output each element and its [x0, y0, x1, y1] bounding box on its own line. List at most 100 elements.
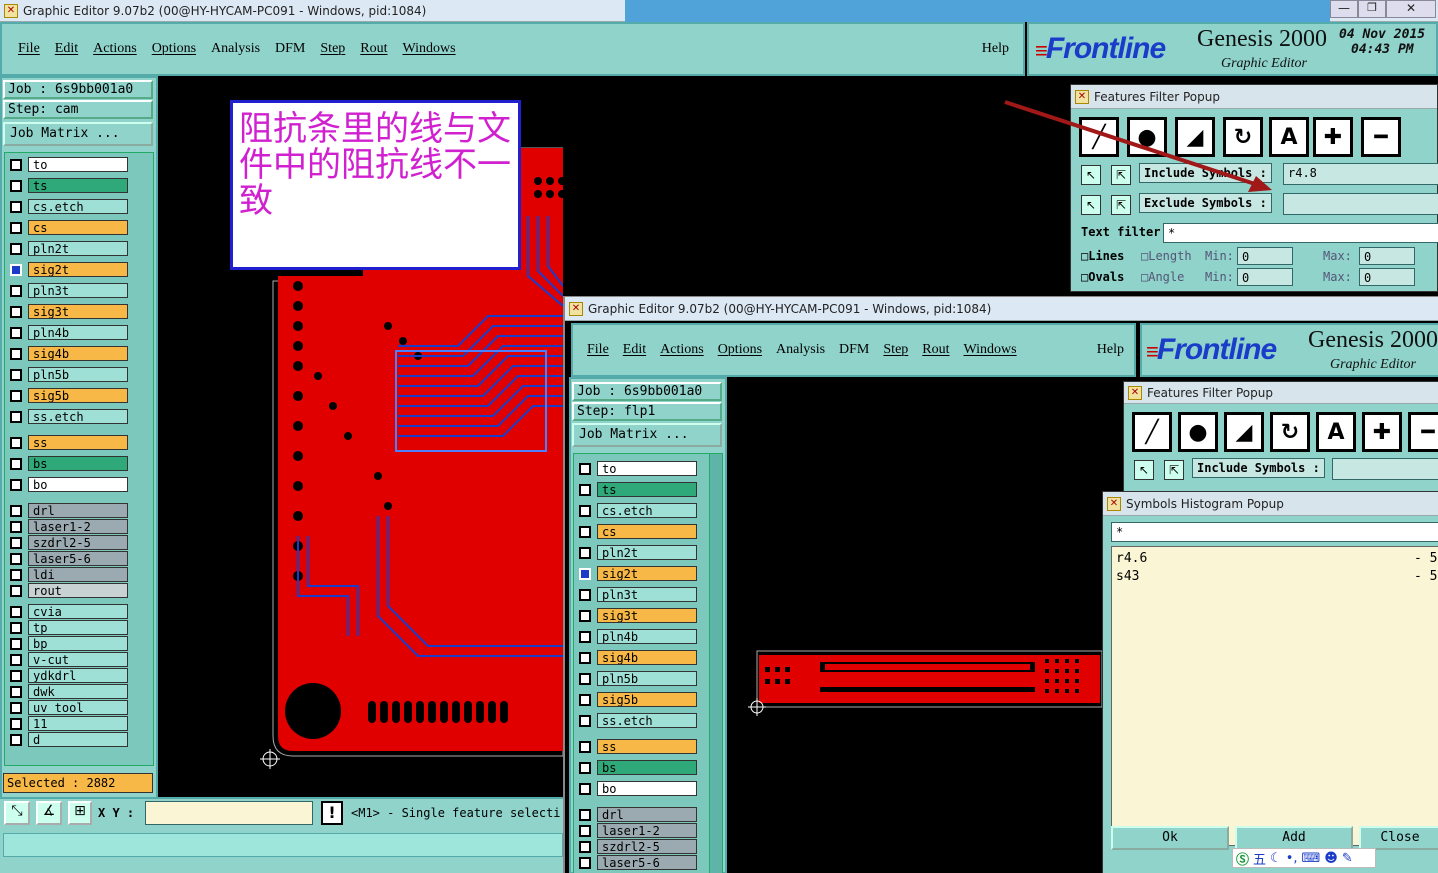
ime-wubi-icon[interactable]: 五: [1253, 849, 1266, 868]
second-layer-row[interactable]: to: [579, 461, 697, 476]
second-layer-checkbox[interactable]: [579, 672, 591, 685]
second-job-matrix-button[interactable]: Job Matrix ...: [572, 423, 722, 447]
second-layer-checkbox[interactable]: [579, 651, 591, 664]
second-layer-row[interactable]: laser5-6: [579, 855, 697, 870]
second-layer-row[interactable]: sig3t: [579, 608, 697, 623]
ime-punct-icon[interactable]: •,: [1286, 851, 1298, 866]
second-layer-checkbox[interactable]: [579, 525, 591, 538]
second-layer-row[interactable]: cs: [579, 524, 697, 539]
ime-user-icon[interactable]: ☻: [1324, 851, 1338, 866]
second-layer-row[interactable]: bo: [579, 781, 697, 796]
second-layer-checkbox[interactable]: [579, 824, 591, 837]
second-layer-name[interactable]: sig4b: [597, 650, 697, 665]
second-layer-name[interactable]: laser1-2: [597, 823, 697, 838]
second-layer-checkbox[interactable]: [579, 782, 591, 795]
surface-tool-2-icon[interactable]: ◢: [1224, 412, 1264, 452]
line-tool-2-icon[interactable]: ╱: [1132, 412, 1172, 452]
positive-polarity-2-icon[interactable]: ✚: [1362, 412, 1402, 452]
symbols-histogram-popup: ✕ Symbols Histogram Popup * r4.6 - 5 s43…: [1102, 491, 1438, 873]
second-menu-edit[interactable]: Edit: [623, 342, 646, 358]
second-layer-row[interactable]: szdrl2-5: [579, 839, 697, 854]
second-layer-name[interactable]: laser5-6: [597, 855, 697, 870]
second-layer-name[interactable]: sig3t: [597, 608, 697, 623]
second-layer-row[interactable]: ts: [579, 482, 697, 497]
second-menu-file[interactable]: File: [587, 342, 609, 358]
second-layer-checkbox[interactable]: [579, 840, 591, 853]
second-layer-name[interactable]: pln2t: [597, 545, 697, 560]
second-layer-checkbox[interactable]: [579, 761, 591, 774]
second-layer-row[interactable]: ss.etch: [579, 713, 697, 728]
second-menu-dfm[interactable]: DFM: [839, 342, 869, 358]
histogram-row[interactable]: r4.6 - 5: [1116, 551, 1438, 566]
second-layer-name[interactable]: pln3t: [597, 587, 697, 602]
second-layer-checkbox[interactable]: [579, 630, 591, 643]
include-symbols-2-input[interactable]: [1332, 458, 1438, 480]
ime-tool-icon[interactable]: ✎: [1342, 851, 1353, 866]
ime-toolbar: Ⓢ 五 ☾ •, ⌨ ☻ ✎: [1232, 848, 1376, 868]
ime-moon-icon[interactable]: ☾: [1270, 851, 1282, 866]
second-layer-name[interactable]: sig2t: [597, 566, 697, 581]
step-canvas[interactable]: [745, 637, 1105, 717]
second-layer-row[interactable]: sig4b: [579, 650, 697, 665]
second-layer-checkbox[interactable]: [579, 609, 591, 622]
second-layer-name[interactable]: bo: [597, 781, 697, 796]
second-layer-name[interactable]: drl: [597, 807, 697, 822]
negative-polarity-2-icon[interactable]: ━: [1408, 412, 1438, 452]
second-layer-row[interactable]: pln5b: [579, 671, 697, 686]
histogram-symbol: s43: [1116, 569, 1140, 584]
second-layer-checkbox[interactable]: [579, 714, 591, 727]
second-layer-row[interactable]: pln4b: [579, 629, 697, 644]
second-layer-row[interactable]: sig2t: [579, 566, 697, 581]
second-layer-checkbox[interactable]: [579, 462, 591, 475]
second-layer-row[interactable]: laser1-2: [579, 823, 697, 838]
second-layer-row[interactable]: ss: [579, 739, 697, 754]
second-layer-checkbox[interactable]: [579, 693, 591, 706]
second-menu-windows[interactable]: Windows: [964, 342, 1017, 358]
histogram-filter-input[interactable]: *: [1111, 522, 1438, 542]
pad-tool-2-icon[interactable]: ●: [1178, 412, 1218, 452]
histogram-row[interactable]: s43 - 5: [1116, 569, 1438, 584]
second-layer-checkbox[interactable]: [579, 546, 591, 559]
second-layer-name[interactable]: sig5b: [597, 692, 697, 707]
second-layer-name[interactable]: ss: [597, 739, 697, 754]
second-layer-name[interactable]: pln5b: [597, 671, 697, 686]
ime-logo-icon[interactable]: Ⓢ: [1236, 849, 1249, 868]
text-tool-2-icon[interactable]: A: [1316, 412, 1356, 452]
second-menu-step[interactable]: Step: [883, 342, 908, 358]
close-popup-button[interactable]: Close: [1359, 826, 1438, 850]
second-layer-name[interactable]: to: [597, 461, 697, 476]
second-menu-options[interactable]: Options: [718, 342, 762, 358]
second-layer-row[interactable]: sig5b: [579, 692, 697, 707]
second-layer-name[interactable]: ts: [597, 482, 697, 497]
add-button[interactable]: Add: [1235, 826, 1353, 850]
second-layer-scrollbar[interactable]: [709, 453, 723, 873]
second-layer-row[interactable]: pln3t: [579, 587, 697, 602]
ok-button[interactable]: Ok: [1111, 826, 1229, 850]
second-layer-name[interactable]: bs: [597, 760, 697, 775]
second-layer-row[interactable]: drl: [579, 807, 697, 822]
second-product-name: Genesis 2000: [1308, 327, 1438, 353]
second-menu-rout[interactable]: Rout: [922, 342, 949, 358]
second-menu-actions[interactable]: Actions: [660, 342, 704, 358]
second-layer-name[interactable]: ss.etch: [597, 713, 697, 728]
second-menu-help[interactable]: Help: [1097, 342, 1124, 358]
second-layer-row[interactable]: cs.etch: [579, 503, 697, 518]
second-layer-checkbox[interactable]: [579, 504, 591, 517]
include-select-2-icon[interactable]: ↖: [1134, 460, 1154, 480]
second-layer-checkbox[interactable]: [579, 856, 591, 869]
second-layer-checkbox[interactable]: [579, 740, 591, 753]
second-layer-checkbox[interactable]: [579, 483, 591, 496]
include-reselect-2-icon[interactable]: ⇱: [1164, 460, 1184, 480]
second-menu-analysis[interactable]: Analysis: [776, 342, 825, 358]
arc-tool-2-icon[interactable]: ↻: [1270, 412, 1310, 452]
second-layer-checkbox[interactable]: [579, 808, 591, 821]
second-layer-row[interactable]: bs: [579, 760, 697, 775]
ime-keyboard-icon[interactable]: ⌨: [1302, 851, 1321, 866]
second-layer-checkbox[interactable]: [579, 588, 591, 601]
second-layer-checkbox[interactable]: [579, 567, 591, 580]
second-layer-name[interactable]: cs.etch: [597, 503, 697, 518]
second-layer-name[interactable]: cs: [597, 524, 697, 539]
second-layer-row[interactable]: pln2t: [579, 545, 697, 560]
second-layer-name[interactable]: szdrl2-5: [597, 839, 697, 854]
second-layer-name[interactable]: pln4b: [597, 629, 697, 644]
